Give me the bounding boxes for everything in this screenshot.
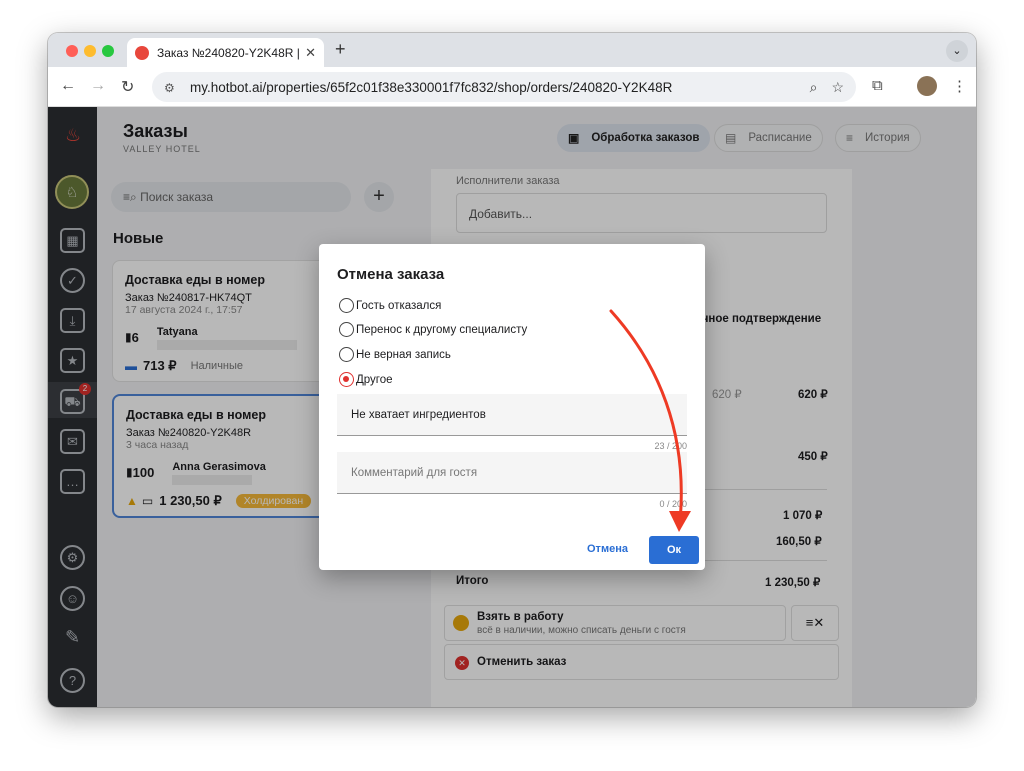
maximize-window-button[interactable]	[102, 45, 114, 57]
dialog-title: Отмена заказа	[337, 266, 445, 283]
reason-label: Гость отказался	[356, 299, 442, 312]
back-icon[interactable]: ←	[60, 77, 76, 95]
tab-title: Заказ №240820-Y2K48R | V	[157, 45, 300, 60]
radio-circle[interactable]	[339, 322, 354, 337]
reload-icon[interactable]: ↻	[121, 77, 134, 97]
tab-bar: Заказ №240820-Y2K48R | V ✕ + ⌄	[48, 33, 976, 67]
reason-option[interactable]: Перенос к другому специалисту	[339, 322, 527, 337]
menu-icon[interactable]: ⋮	[952, 77, 967, 95]
minimize-window-button[interactable]	[84, 45, 96, 57]
close-window-button[interactable]	[66, 45, 78, 57]
site-settings-icon[interactable]: ⚙	[164, 81, 180, 95]
new-tab-icon[interactable]: +	[335, 39, 346, 60]
dialog-ok-button[interactable]: Ок	[649, 536, 699, 564]
zoom-icon[interactable]: ⌕	[810, 79, 818, 96]
url-text: my.hotbot.ai/properties/65f2c01f38e33000…	[190, 79, 673, 95]
reason-text-field[interactable]: Не хватает ингредиентов	[337, 394, 687, 436]
reason-label: Другое	[356, 373, 393, 386]
browser-tab[interactable]: Заказ №240820-Y2K48R | V ✕	[127, 38, 324, 67]
reason-option[interactable]: Не верная запись	[339, 347, 451, 362]
reason-option[interactable]: Гость отказался	[339, 298, 441, 313]
dialog-cancel-button[interactable]: Отмена	[587, 543, 628, 555]
browser-window: Заказ №240820-Y2K48R | V ✕ + ⌄ ← → ↻ ⚙ m…	[48, 33, 976, 707]
profile-avatar[interactable]	[917, 76, 937, 96]
forward-icon[interactable]: →	[90, 77, 106, 95]
comment-char-count: 0 / 200	[659, 499, 687, 509]
reason-option-selected[interactable]: Другое	[339, 372, 393, 387]
radio-circle[interactable]	[339, 298, 354, 313]
cancel-order-dialog: Отмена заказа Гость отказался Перенос к …	[319, 244, 705, 570]
guest-comment-field[interactable]: Комментарий для гостя	[337, 452, 687, 494]
reason-label: Не верная запись	[356, 348, 451, 361]
browser-toolbar: ← → ↻ ⚙ my.hotbot.ai/properties/65f2c01f…	[48, 67, 976, 107]
radio-circle[interactable]	[339, 347, 354, 362]
bookmark-star-icon[interactable]: ☆	[831, 79, 844, 96]
favicon-icon	[135, 45, 149, 60]
reason-char-count: 23 / 200	[654, 441, 687, 451]
radio-circle-selected[interactable]	[339, 372, 354, 387]
reason-label: Перенос к другому специалисту	[356, 323, 528, 336]
extensions-icon[interactable]: ⧉	[872, 77, 883, 94]
close-tab-icon[interactable]: ✕	[305, 45, 316, 61]
tab-search-icon[interactable]: ⌄	[946, 40, 968, 62]
address-bar[interactable]: ⚙ my.hotbot.ai/properties/65f2c01f38e330…	[152, 72, 856, 102]
